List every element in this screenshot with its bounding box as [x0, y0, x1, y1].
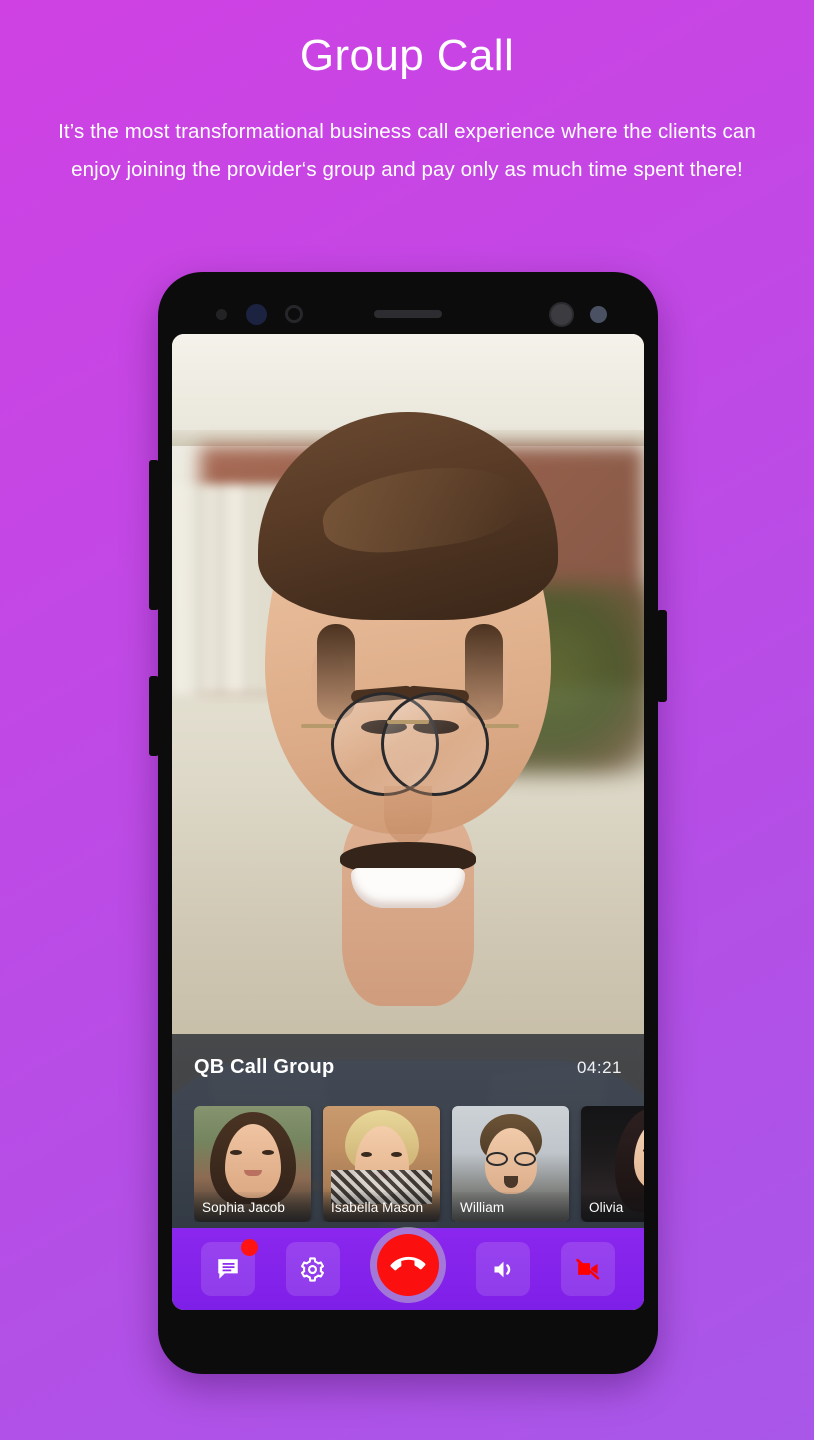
front-camera-icon: [549, 301, 574, 327]
nose: [384, 786, 432, 844]
page-title: Group Call: [299, 31, 515, 80]
mouth-smile: [351, 868, 465, 908]
end-call-button[interactable]: [369, 1227, 446, 1303]
assistant-button[interactable]: [657, 610, 667, 702]
glasses-temple-left: [301, 724, 335, 728]
volume-rocker-button[interactable]: [149, 460, 159, 610]
lens-right: [381, 692, 489, 796]
video-off-icon: [574, 1255, 602, 1283]
sensor-ring-icon: [285, 305, 303, 323]
light-sensor-icon: [246, 303, 267, 325]
power-button[interactable]: [149, 676, 159, 756]
phone-mockup: QB Call Group 04:21 Sophia Jacob Isabell…: [149, 272, 667, 1374]
hangup-icon: [376, 1234, 439, 1296]
call-group-name: QB Call Group: [194, 1056, 335, 1078]
speaker-icon: [490, 1256, 517, 1283]
earpiece-speaker-grille-icon: [374, 310, 442, 318]
speaker-button[interactable]: [476, 1242, 531, 1296]
glasses-temple-right: [485, 724, 519, 728]
chat-unread-badge: [241, 1239, 259, 1256]
page-subtitle: It’s the most transformational business …: [58, 119, 756, 181]
participant-thumbnail[interactable]: Sophia Jacob: [194, 1106, 311, 1222]
participant-thumbnail[interactable]: Isabella Mason: [323, 1106, 440, 1222]
participant-name: Isabella Mason: [323, 1192, 440, 1222]
page-header: Group Call It’s the most transformationa…: [0, 0, 814, 189]
call-control-bar: [172, 1227, 644, 1310]
participant-name: Olivia: [581, 1192, 644, 1222]
hair-sweep: [317, 456, 527, 562]
gear-icon: [299, 1256, 326, 1283]
participant-name: William: [452, 1192, 569, 1222]
participant-name: Sophia Jacob: [194, 1192, 311, 1222]
hair: [258, 412, 558, 620]
secondary-sensor-icon: [590, 305, 607, 323]
glasses-bridge: [387, 720, 429, 724]
proximity-sensor-dot-icon: [216, 308, 227, 320]
phone-screen: QB Call Group 04:21 Sophia Jacob Isabell…: [172, 334, 644, 1310]
participant-thumbnail[interactable]: Olivia: [581, 1106, 644, 1222]
phone-sensor-row: [158, 301, 658, 327]
participant-thumbnail-strip[interactable]: Sophia Jacob Isabella Mason William Oliv…: [194, 1106, 644, 1222]
chat-icon: [215, 1256, 241, 1282]
call-duration-timer: 04:21: [576, 1057, 622, 1077]
call-header: QB Call Group 04:21: [194, 1056, 622, 1079]
chat-button[interactable]: [201, 1239, 259, 1296]
video-off-button[interactable]: [560, 1242, 615, 1296]
settings-button[interactable]: [285, 1242, 340, 1296]
participant-thumbnail[interactable]: William: [452, 1106, 569, 1222]
